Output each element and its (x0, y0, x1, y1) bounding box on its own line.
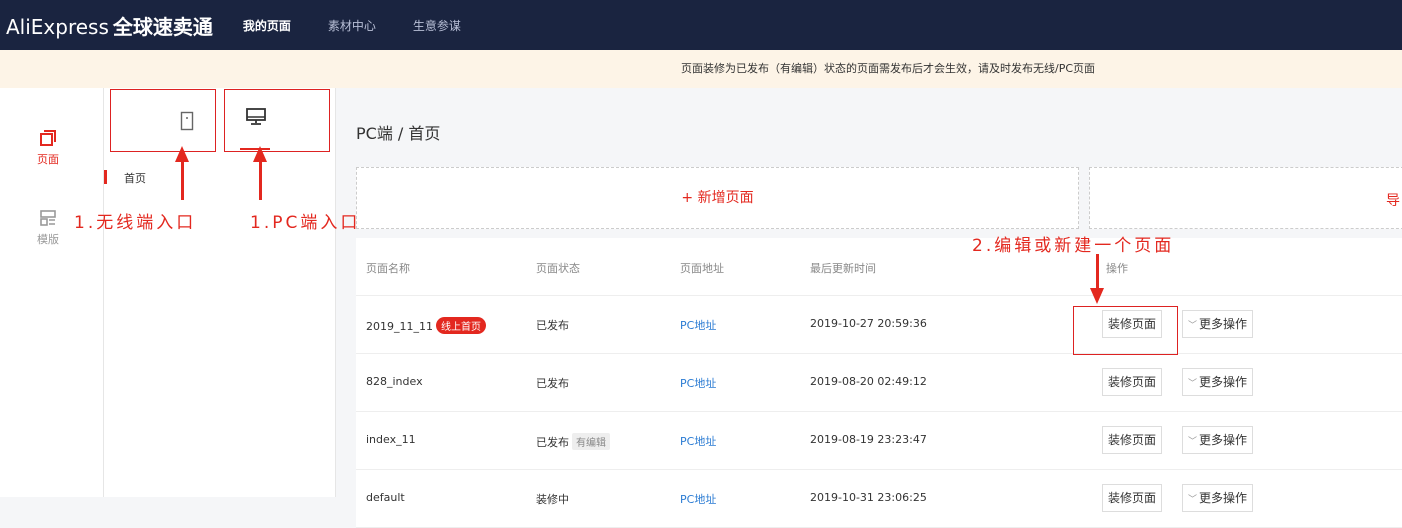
table-header: 页面名称 页面状态 页面地址 最后更新时间 操作 (356, 238, 1402, 296)
decorate-page-button[interactable]: 装修页面 (1102, 426, 1163, 454)
rail-item-label: 页面 (37, 153, 59, 166)
pc-url-link[interactable]: PC地址 (680, 433, 716, 449)
decorate-button-highlight (1073, 306, 1178, 355)
mobile-entry-highlight[interactable] (110, 89, 216, 152)
column-header-url: 页面地址 (680, 262, 724, 275)
table-row: 828_index 已发布 PC地址 2019-08-20 02:49:12 装… (356, 354, 1402, 412)
more-actions-button[interactable]: ﹀ 更多操作 (1182, 426, 1254, 454)
updated-time: 2019-10-27 20:59:36 (810, 317, 927, 330)
template-icon (40, 210, 56, 226)
page-list-item-label: 首页 (124, 172, 146, 185)
notice-text: 页面装修为已发布（有编辑）状态的页面需发布后才会生效，请及时发布无线/PC页面 (681, 62, 1096, 75)
pc-url-link[interactable]: PC地址 (680, 375, 716, 391)
annotation-pc-entry: 1.PC端入口 (250, 213, 361, 233)
chevron-down-icon: ﹀ (1188, 379, 1198, 389)
updated-time: 2019-10-31 23:06:25 (810, 491, 927, 504)
more-actions-label: 更多操作 (1199, 317, 1248, 331)
annotation-mobile-entry: 1.无线端入口 (74, 213, 197, 233)
chevron-down-icon: ﹀ (1188, 321, 1198, 331)
pages-table: 页面名称 页面状态 页面地址 最后更新时间 操作 2019_11_11 线上首页 … (356, 238, 1402, 528)
column-header-actions: 操作 (1106, 262, 1128, 275)
more-actions-button[interactable]: ﹀ 更多操作 (1182, 368, 1254, 396)
page-status: 装修中 (536, 493, 569, 506)
left-rail: 页面 模版 (0, 88, 104, 497)
chevron-down-icon: ﹀ (1188, 437, 1198, 447)
pc-url-link[interactable]: PC地址 (680, 317, 716, 333)
table-row: default 装修中 PC地址 2019-10-31 23:06:25 装修页… (356, 470, 1402, 528)
more-actions-label: 更多操作 (1199, 375, 1248, 389)
page-status: 已发布 (536, 377, 569, 390)
page-status: 已发布 (536, 436, 569, 449)
nav-item-my-pages[interactable]: 我的页面 (243, 17, 291, 34)
aliexpress-logo[interactable]: AliExpress 全球速卖通 (6, 11, 213, 40)
updated-time: 2019-08-19 23:23:47 (810, 433, 927, 446)
column-header-name: 页面名称 (366, 262, 410, 275)
page-list-panel: 首页 (104, 88, 336, 497)
page-name: 828_index (366, 375, 423, 388)
page-list-item[interactable]: 首页 (104, 168, 336, 188)
logo-text: AliExpress (6, 14, 109, 39)
import-page-label: 导 (1386, 193, 1400, 209)
more-actions-label: 更多操作 (1199, 433, 1248, 447)
pages-icon (40, 130, 56, 146)
page-name: index_11 (366, 433, 416, 446)
page-name: 2019_11_11 (366, 320, 433, 333)
has-edits-badge: 有编辑 (572, 433, 610, 450)
page-name-cell: 2019_11_11 线上首页 (366, 317, 486, 334)
more-actions-label: 更多操作 (1199, 491, 1248, 505)
mobile-icon (180, 111, 194, 131)
rail-item-pages[interactable]: 页面 (28, 128, 68, 167)
import-page-button[interactable]: 导 (1089, 167, 1402, 229)
active-indicator (104, 170, 107, 184)
add-page-button[interactable]: + 新增页面 (356, 167, 1079, 229)
top-nav: 我的页面 素材中心 生意参谋 (243, 17, 498, 34)
page-status-cell: 已发布 有编辑 (536, 433, 610, 450)
table-row: 2019_11_11 线上首页 已发布 PC地址 2019-10-27 20:59… (356, 296, 1402, 354)
more-actions-button[interactable]: ﹀ 更多操作 (1182, 484, 1254, 512)
pc-url-link[interactable]: PC地址 (680, 491, 716, 507)
page-name: default (366, 491, 405, 504)
nav-item-materials[interactable]: 素材中心 (328, 17, 376, 34)
nav-item-business-advisor[interactable]: 生意参谋 (413, 17, 461, 34)
column-header-updated: 最后更新时间 (810, 262, 876, 275)
column-header-status: 页面状态 (536, 262, 580, 275)
pc-entry-highlight[interactable] (224, 89, 330, 152)
rail-item-templates[interactable]: 模版 (28, 208, 68, 247)
breadcrumb: PC端 / 首页 (356, 124, 441, 143)
logo-cn-text: 全球速卖通 (112, 14, 213, 39)
decorate-page-button[interactable]: 装修页面 (1102, 368, 1163, 396)
page-status: 已发布 (536, 319, 569, 332)
table-row: index_11 已发布 有编辑 PC地址 2019-08-19 23:23:47… (356, 412, 1402, 470)
top-navigation-bar: AliExpress 全球速卖通 我的页面 素材中心 生意参谋 (0, 0, 1402, 50)
online-home-badge: 线上首页 (436, 317, 486, 334)
updated-time: 2019-08-20 02:49:12 (810, 375, 927, 388)
desktop-icon (246, 108, 266, 125)
annotation-edit-hint: 2.编辑或新建一个页面 (972, 236, 1175, 256)
main-content: PC端 / 首页 + 新增页面 导 页面名称 页面状态 页面地址 最后更新时间 … (336, 88, 1402, 528)
rail-item-label: 模版 (37, 233, 59, 246)
decorate-page-button[interactable]: 装修页面 (1102, 484, 1163, 512)
notice-bar: 页面装修为已发布（有编辑）状态的页面需发布后才会生效，请及时发布无线/PC页面 (0, 50, 1402, 88)
more-actions-button[interactable]: ﹀ 更多操作 (1182, 310, 1254, 338)
